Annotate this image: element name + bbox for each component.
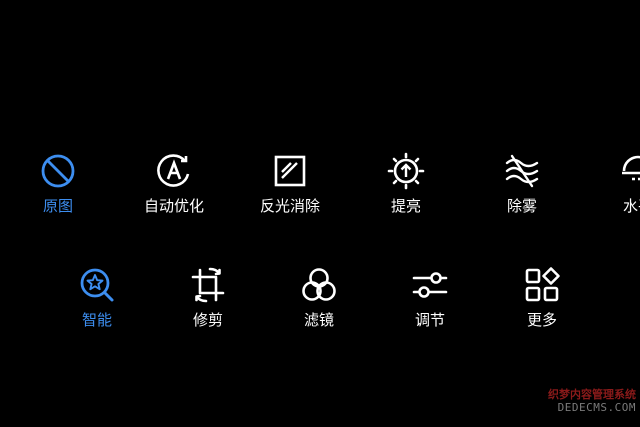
tool-label: 自动优化: [143, 197, 204, 215]
tool-auto-enhance[interactable]: 自动优化: [129, 152, 219, 222]
filter-circles-icon: [302, 268, 336, 301]
tool-adjust[interactable]: 调节: [385, 266, 475, 336]
crop-rotate-icon: [191, 267, 225, 303]
dehaze-icon: [505, 154, 539, 188]
tool-glare-remove[interactable]: 反光消除: [245, 152, 335, 222]
more-grid-icon: [525, 267, 560, 302]
auto-enhance-icon: [157, 154, 190, 187]
level-icon: [622, 155, 640, 181]
tool-label: 提亮: [390, 197, 421, 215]
tool-level[interactable]: 水平: [593, 152, 640, 222]
tool-row-1: 原图 自动优化 反光消除 提亮 除雾 水: [0, 152, 640, 232]
tool-label: 滤镜: [303, 311, 334, 329]
watermark-line-1: 织梦内容管理系统: [548, 388, 636, 401]
tool-label: 除雾: [506, 197, 537, 215]
watermark-line-2: DEDECMS.COM: [557, 401, 636, 414]
tool-label: 修剪: [192, 311, 223, 329]
tool-original[interactable]: 原图: [13, 152, 103, 222]
brighten-icon: [387, 152, 425, 190]
tool-label: 调节: [414, 311, 445, 329]
tool-more[interactable]: 更多: [497, 266, 587, 336]
tool-smart[interactable]: 智能: [52, 266, 142, 336]
tool-crop[interactable]: 修剪: [163, 266, 253, 336]
tool-label: 更多: [526, 311, 557, 329]
tool-label: 反光消除: [259, 197, 320, 215]
tool-label: 原图: [42, 197, 73, 215]
ban-circle-icon: [41, 154, 75, 188]
smart-search-icon: [80, 268, 114, 302]
watermark: 织梦内容管理系统 DEDECMS.COM: [528, 388, 636, 414]
glare-remove-icon: [274, 155, 306, 187]
sliders-icon: [412, 272, 448, 298]
tool-label: 智能: [81, 311, 112, 329]
tool-dehaze[interactable]: 除雾: [477, 152, 567, 222]
tool-label: 水平: [622, 197, 640, 215]
tool-row-2: 智能 修剪 滤镜 调节 更多: [0, 266, 640, 346]
tool-brighten[interactable]: 提亮: [361, 152, 451, 222]
tool-filter[interactable]: 滤镜: [274, 266, 364, 336]
